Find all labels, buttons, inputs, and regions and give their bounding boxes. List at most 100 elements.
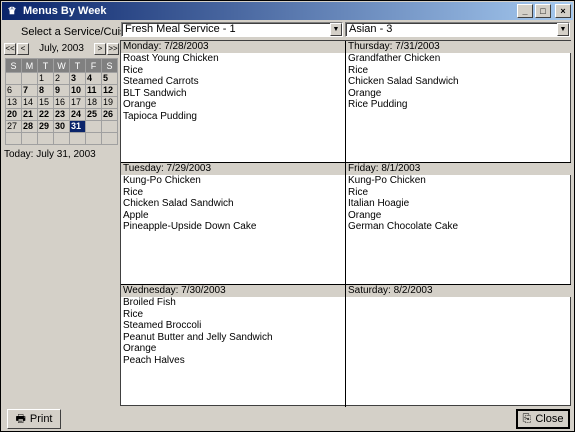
menu-item: Orange — [123, 343, 157, 354]
day-menu-list: Broiled Fish Rice Steamed Broccoli Peanut B… — [121, 297, 345, 366]
menu-item: Rice Pudding — [348, 99, 408, 110]
calendar-day[interactable]: 16 — [53, 96, 70, 109]
day-menu-cell[interactable]: Friday: 8/1/2003 Kung-Po Chicken Rice Itali… — [346, 163, 571, 285]
calendar-day — [21, 132, 38, 145]
day-menu-list: Grandfather Chicken Rice Chicken Salad San… — [346, 53, 571, 111]
minimize-button[interactable]: _ — [517, 4, 533, 18]
menus-by-week-window: ♛ Menus By Week _ □ × Select a Service/C… — [0, 0, 575, 432]
day-header: Monday: 7/28/2003 — [121, 41, 345, 53]
calendar-day[interactable]: 18 — [85, 96, 102, 109]
calendar-day — [5, 132, 22, 145]
chef-hat-icon: ♛ — [7, 5, 17, 17]
calendar-day[interactable]: 9 — [53, 84, 70, 97]
weekday-header: T — [37, 58, 54, 73]
cuisine-select[interactable]: Asian - 3 ▼ — [345, 22, 570, 37]
calendar-day[interactable]: 11 — [85, 84, 102, 97]
calendar-day[interactable]: 13 — [5, 96, 22, 109]
calendar-day — [53, 132, 70, 145]
calendar-day — [37, 132, 54, 145]
menu-item: Italian Hoagie — [348, 198, 410, 209]
calendar-day[interactable]: 25 — [85, 108, 102, 121]
next-year-button[interactable]: >> — [107, 42, 119, 55]
menu-item: Orange — [348, 209, 382, 221]
calendar-day[interactable]: 22 — [37, 108, 54, 121]
calendar-day[interactable]: 24 — [69, 108, 86, 121]
menu-item: Tapioca Pudding — [123, 110, 197, 122]
calendar-day[interactable]: 17 — [69, 96, 86, 109]
prev-year-button[interactable]: << — [4, 42, 16, 55]
day-menu-cell[interactable]: Wednesday: 7/30/2003 Broiled Fish Rice Stea… — [121, 285, 346, 407]
title-bar[interactable]: ♛ Menus By Week _ □ × — [2, 2, 573, 20]
close-button-label: Close — [535, 413, 564, 425]
menu-item: German Chocolate Cake — [348, 221, 459, 232]
calendar-day[interactable]: 2 — [53, 72, 70, 85]
calendar-day — [85, 120, 102, 133]
calendar-day[interactable]: 6 — [5, 84, 22, 97]
calendar-day[interactable]: 30 — [53, 120, 70, 133]
calendar-day[interactable]: 28 — [21, 120, 38, 133]
menu-item: Rice — [123, 64, 144, 76]
calendar-month-label: July, 2003 — [39, 43, 84, 54]
menu-item: Chicken Salad Sandwich — [348, 76, 459, 87]
day-header: Friday: 8/1/2003 — [346, 163, 571, 175]
day-menu-cell[interactable]: Thursday: 7/31/2003 Grandfather Chicken Ri… — [346, 41, 571, 163]
calendar-day[interactable]: 20 — [5, 108, 22, 121]
weekday-header: M — [21, 58, 38, 73]
menu-item: Pineapple-Upside Down Cake — [123, 221, 257, 232]
calendar-day[interactable]: 4 — [85, 72, 102, 85]
calendar-day[interactable]: 3 — [69, 72, 86, 85]
calendar-day — [85, 132, 102, 145]
next-month-button[interactable]: > — [94, 42, 106, 55]
calendar-day — [101, 120, 118, 133]
day-menu-list: Kung-Po Chicken Rice Italian Hoagie Orange G… — [346, 175, 571, 233]
calendar-day[interactable]: 27 — [5, 120, 22, 133]
calendar-day[interactable]: 26 — [101, 108, 118, 121]
calendar-day[interactable]: 23 — [53, 108, 70, 121]
calendar-panel: << < July, 2003 > >> SMTWTFS 1 2 3 4 5 6 7 8 9 10… — [3, 40, 120, 406]
print-button[interactable]: 🖶 Print — [7, 409, 61, 429]
menu-item: Rice — [348, 64, 369, 76]
today-label: Today: July 31, 2003 — [4, 149, 96, 160]
menu-item: Peach Halves — [123, 354, 185, 366]
day-menu-cell[interactable]: Monday: 7/28/2003 Roast Young Chicken Rice… — [121, 41, 346, 163]
menu-item: Chicken Salad Sandwich — [123, 198, 234, 209]
menu-item: Rice — [123, 186, 144, 198]
weekday-header: T — [69, 58, 86, 73]
menu-item: Peanut Butter and Jelly Sandwich — [123, 331, 273, 343]
menu-item: Kung-Po Chicken — [348, 175, 426, 186]
calendar-header: << < July, 2003 > >> — [4, 41, 119, 56]
calendar-day — [69, 132, 86, 145]
day-header: Saturday: 8/2/2003 — [346, 285, 571, 297]
day-menu-cell[interactable]: Saturday: 8/2/2003 — [346, 285, 571, 407]
window-close-button[interactable]: × — [555, 4, 571, 18]
calendar-day[interactable]: 19 — [101, 96, 118, 109]
prev-month-button[interactable]: < — [17, 42, 29, 55]
service-select[interactable]: Fresh Meal Service - 1 ▼ — [121, 22, 343, 37]
weekday-header: S — [5, 58, 22, 73]
service-select-value: Fresh Meal Service - 1 — [125, 23, 236, 35]
close-button[interactable]: ⎘ Close — [516, 409, 570, 429]
calendar-day[interactable]: 31 — [69, 120, 86, 133]
calendar-day[interactable]: 12 — [101, 84, 118, 97]
calendar-grid: SMTWTFS 1 2 3 4 5 6 7 8 9 10 11 12 13 14 15 16 17 18 19 20 2… — [5, 58, 118, 145]
weekday-header: F — [85, 58, 102, 73]
menu-item: Orange — [123, 99, 157, 110]
day-menu-cell[interactable]: Tuesday: 7/29/2003 Kung-Po Chicken Rice Chi… — [121, 163, 346, 285]
menu-item: Rice — [348, 186, 369, 198]
calendar-day[interactable]: 14 — [21, 96, 38, 109]
calendar-day[interactable]: 29 — [37, 120, 54, 133]
weekly-menu-grid: Monday: 7/28/2003 Roast Young Chicken Rice… — [120, 40, 571, 407]
menu-item: Apple — [123, 209, 149, 221]
menu-item: Orange — [348, 87, 382, 99]
calendar-day[interactable]: 5 — [101, 72, 118, 85]
chevron-down-icon[interactable]: ▼ — [330, 23, 342, 36]
maximize-button[interactable]: □ — [535, 4, 551, 18]
calendar-day[interactable]: 8 — [37, 84, 54, 97]
calendar-day[interactable]: 7 — [21, 84, 38, 97]
calendar-day[interactable]: 15 — [37, 96, 54, 109]
weekday-header: W — [53, 58, 70, 73]
calendar-day[interactable]: 1 — [37, 72, 54, 85]
calendar-day[interactable]: 10 — [69, 84, 86, 97]
chevron-down-icon[interactable]: ▼ — [557, 23, 569, 36]
calendar-day[interactable]: 21 — [21, 108, 38, 121]
